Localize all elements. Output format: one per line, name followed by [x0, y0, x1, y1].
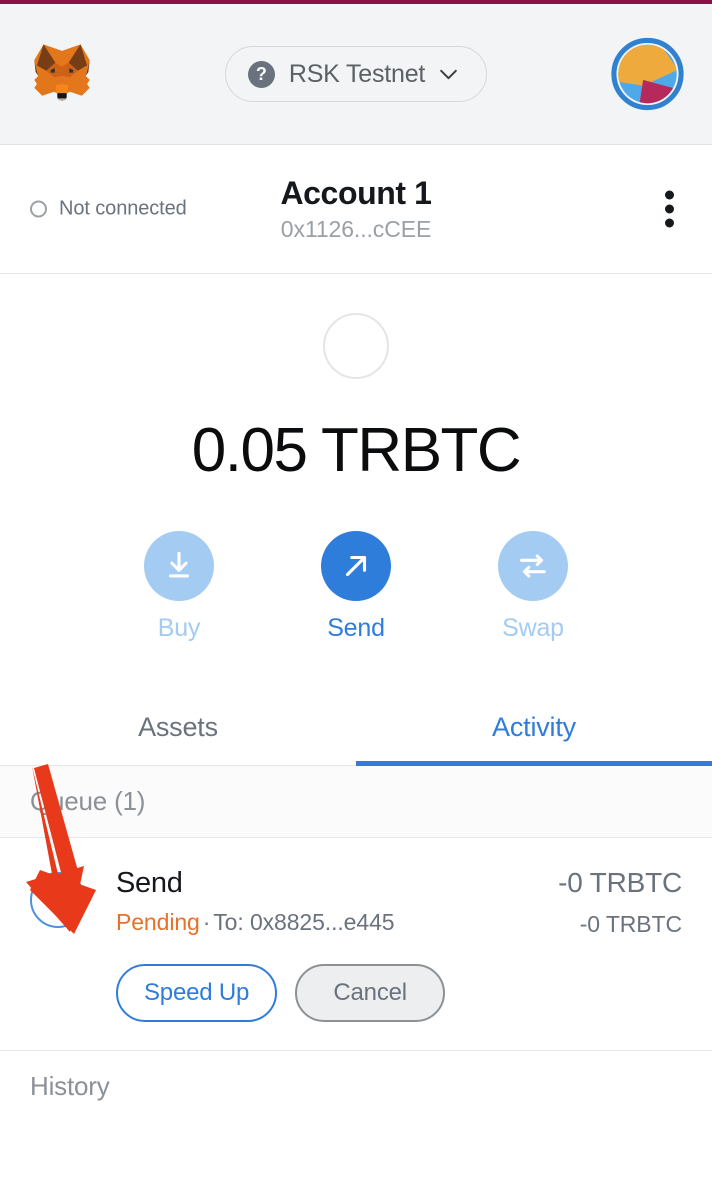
history-title: History [30, 1071, 110, 1102]
account-jazzicon-avatar[interactable] [611, 37, 684, 111]
kebab-dot [665, 218, 674, 228]
swap-button-label: Swap [502, 614, 564, 642]
metamask-fox-logo [34, 44, 90, 102]
queue-section-header: Queue (1) [0, 766, 712, 838]
queue-title: Queue (1) [30, 786, 146, 816]
diagonal-arrow-icon [345, 555, 367, 577]
question-mark-icon: ? [247, 60, 275, 88]
action-buttons: Buy Send Swap [0, 531, 712, 643]
transaction-recipient: To: 0x8825...e445 [213, 908, 395, 935]
tab-bar: Assets Activity [0, 694, 712, 766]
cancel-button[interactable]: Cancel [295, 963, 446, 1022]
account-address[interactable]: 0x1126...cCEE [280, 216, 432, 243]
download-arrow-icon [168, 551, 190, 578]
subtitle-separator: · [202, 908, 211, 935]
connection-status-label: Not connected [59, 197, 187, 220]
speed-up-button[interactable]: Speed Up [116, 963, 278, 1022]
balance-section: 0.05 TRBTC [0, 274, 712, 482]
chevron-down-icon [440, 69, 457, 79]
transaction-amounts: -0 TRBTC -0 TRBTC [542, 867, 682, 938]
transaction-body: Send Pending · To: 0x8825...e445 [116, 867, 542, 936]
account-details[interactable]: Account 1 0x1126...cCEE [280, 175, 431, 244]
kebab-dot [665, 204, 674, 214]
buy-button-label: Buy [157, 614, 201, 642]
status-badge: Pending [116, 908, 200, 935]
app-header: ? RSK Testnet [0, 4, 712, 145]
history-section-header: History [0, 1051, 712, 1123]
network-name-label: RSK Testnet [288, 59, 426, 88]
network-selector-button[interactable]: ? RSK Testnet [224, 46, 488, 102]
kebab-dot [665, 190, 674, 200]
send-arrow-circle-icon [30, 872, 86, 928]
swap-button[interactable]: Swap [483, 531, 583, 643]
transaction-amount-secondary: -0 TRBTC [579, 910, 682, 937]
kebab-menu-icon[interactable] [659, 185, 680, 234]
send-button-circle [321, 531, 391, 601]
send-button[interactable]: Send [306, 531, 406, 643]
network-selector-container: ? RSK Testnet [0, 46, 712, 102]
balance-amount: 0.05 TRBTC [191, 416, 522, 485]
transaction-list-item[interactable]: Send Pending · To: 0x8825...e445 -0 TRBTC … [0, 838, 712, 1051]
token-placeholder-circle [323, 313, 389, 379]
tab-activity[interactable]: Activity [356, 694, 712, 766]
buy-button-circle [144, 531, 214, 601]
metamask-popup-window: ? RSK Testnet Not connected Account 1 0x… [0, 0, 712, 1204]
buy-button[interactable]: Buy [129, 531, 229, 643]
connection-status[interactable]: Not connected [30, 198, 187, 221]
transaction-main-row: Send Pending · To: 0x8825...e445 -0 TRBTC … [30, 867, 682, 938]
account-bar: Not connected Account 1 0x1126...cCEE [0, 145, 712, 274]
empty-circle-icon [30, 200, 47, 218]
swap-button-circle [498, 531, 568, 601]
tab-assets[interactable]: Assets [0, 694, 356, 765]
send-button-label: Send [327, 614, 385, 642]
swap-arrows-icon [520, 554, 546, 578]
transaction-action-buttons: Speed Up Cancel [116, 963, 682, 1022]
transaction-amount-primary: -0 TRBTC [558, 867, 682, 898]
transaction-subtitle: Pending · To: 0x8825...e445 [116, 909, 542, 936]
transaction-title: Send [116, 867, 183, 899]
account-name: Account 1 [280, 174, 432, 211]
